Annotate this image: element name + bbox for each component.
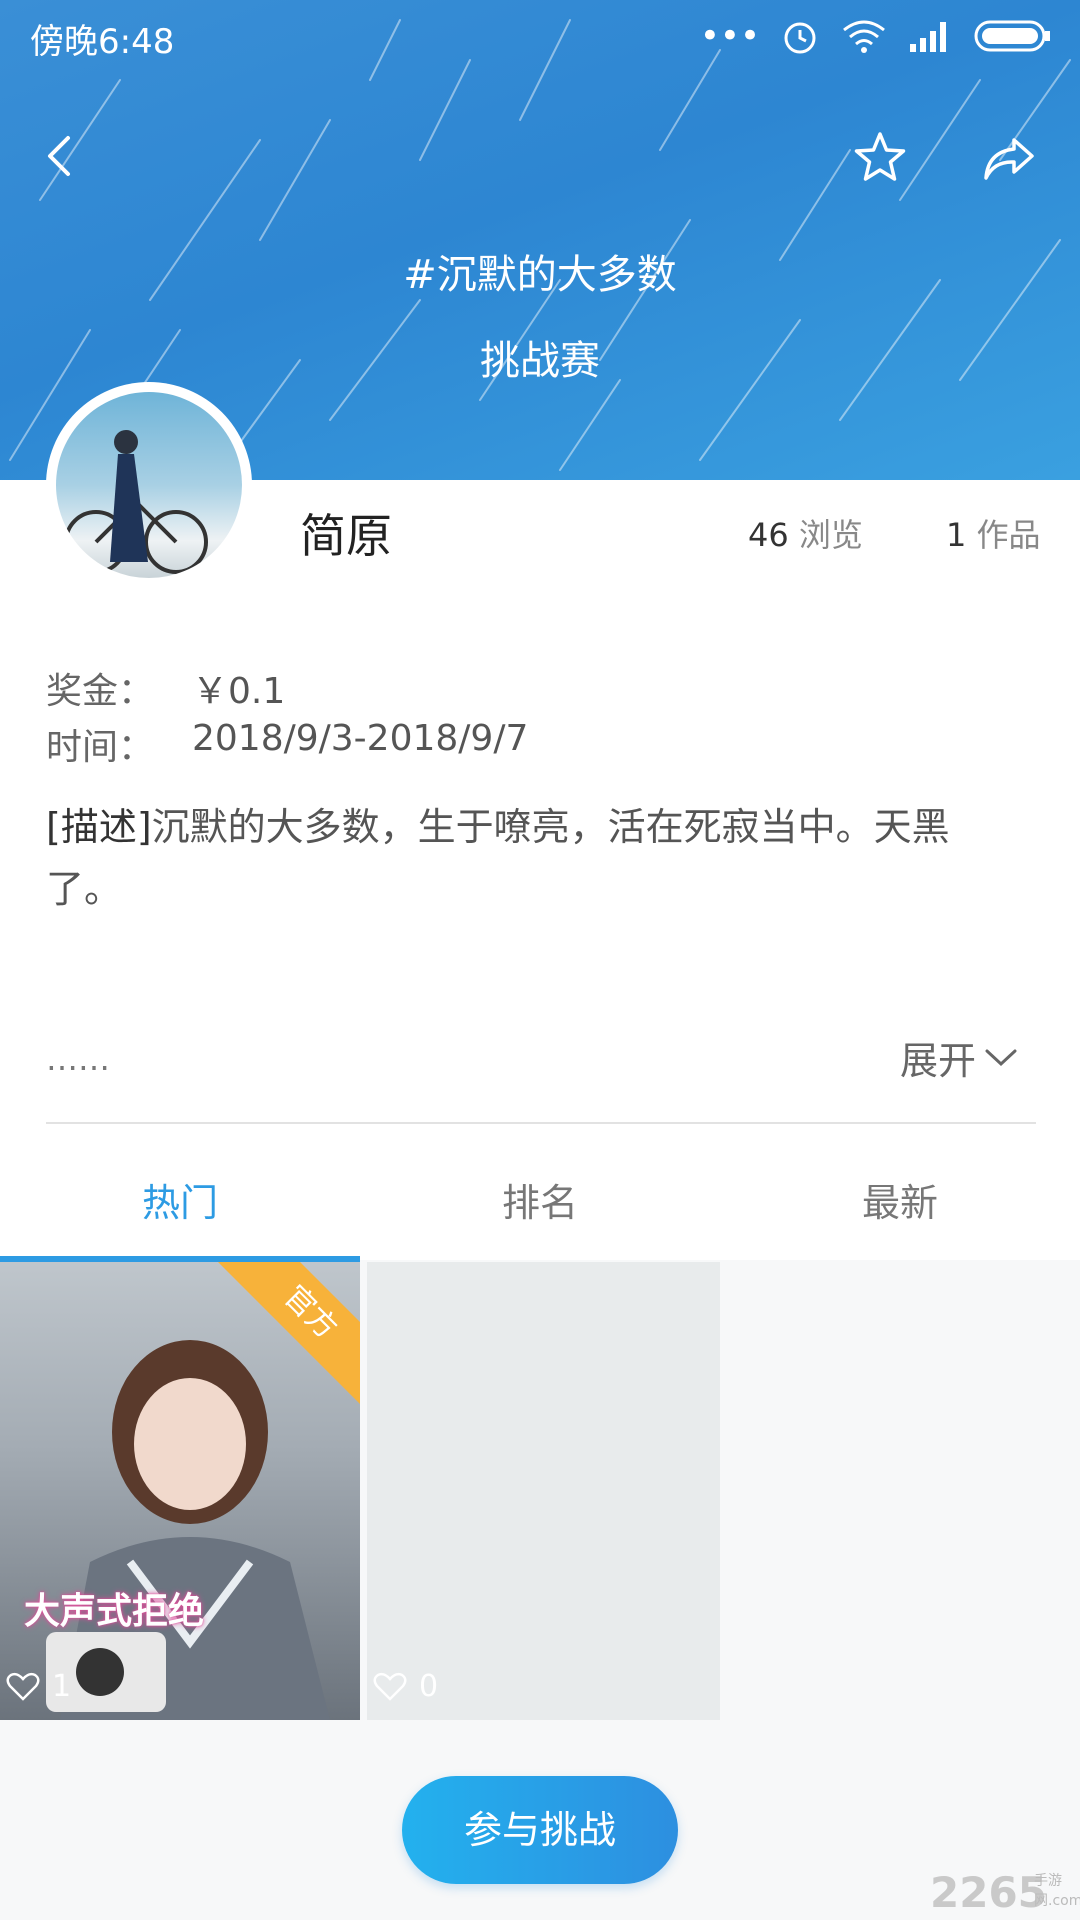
views-stat: 46 浏览 bbox=[748, 510, 863, 556]
works-stat: 1 作品 bbox=[946, 510, 1041, 556]
tab-latest[interactable]: 最新 bbox=[720, 1130, 1080, 1260]
divider bbox=[46, 1122, 1036, 1124]
views-count: 46 bbox=[748, 516, 789, 554]
tab-ranking[interactable]: 排名 bbox=[360, 1130, 720, 1260]
entry-overlay-text: 大声式拒绝 bbox=[24, 1591, 205, 1632]
creator-name[interactable]: 简原 bbox=[300, 500, 392, 566]
favorite-star-icon[interactable] bbox=[852, 130, 908, 186]
reward-row: 奖金： ￥0.1 bbox=[46, 662, 285, 714]
challenge-hashtag-title: #沉默的大多数 bbox=[403, 252, 677, 298]
avatar-photo bbox=[56, 392, 242, 578]
heart-icon bbox=[373, 1672, 407, 1701]
description-text: 沉默的大多数，生于嘹亮，活在死寂当中。天黑了。 bbox=[46, 805, 950, 911]
watermark-text: 2265 bbox=[930, 1868, 1047, 1917]
works-count: 1 bbox=[946, 516, 967, 554]
alarm-icon bbox=[784, 22, 816, 54]
more-dots-icon: ••• bbox=[699, 16, 760, 56]
chevron-down-icon bbox=[985, 1049, 1017, 1066]
reward-value: ￥0.1 bbox=[192, 671, 286, 712]
period-label: 时间： bbox=[46, 727, 155, 768]
works-label: 作品 bbox=[976, 516, 1041, 554]
signal-icon bbox=[910, 22, 946, 52]
views-label: 浏览 bbox=[798, 516, 863, 554]
description-tag: [描述] bbox=[46, 805, 152, 849]
likes-count: 0 bbox=[419, 1669, 439, 1704]
entry-likes[interactable]: 1 bbox=[6, 1669, 71, 1704]
likes-count: 1 bbox=[52, 1669, 72, 1704]
status-icons: ••• bbox=[700, 14, 1052, 58]
watermark-sub: 手游网.com bbox=[1034, 1873, 1080, 1909]
challenge-subtitle: 挑战赛 bbox=[480, 338, 600, 384]
battery-icon bbox=[974, 20, 1050, 52]
expand-label: 展开 bbox=[900, 1039, 977, 1083]
entry-card[interactable]: 官方 大声式拒绝 1 bbox=[0, 1262, 360, 1720]
join-challenge-button[interactable]: 参与挑战 bbox=[402, 1776, 678, 1884]
entries-tabs: 热门 排名 最新 bbox=[0, 1130, 1080, 1260]
avatar-figure-icon bbox=[64, 430, 208, 574]
reward-label: 奖金： bbox=[46, 671, 155, 712]
creator-avatar[interactable] bbox=[46, 382, 252, 588]
description: [描述]沉默的大多数，生于嘹亮，活在死寂当中。天黑了。 bbox=[46, 796, 1006, 920]
tab-hot[interactable]: 热门 bbox=[0, 1130, 360, 1260]
status-bar: 傍晚6:48 ••• bbox=[0, 0, 1080, 72]
wifi-icon bbox=[843, 20, 885, 53]
entry-card[interactable]: 0 bbox=[367, 1262, 720, 1720]
expand-button[interactable]: 展开 bbox=[900, 1030, 1018, 1085]
entry-likes[interactable]: 0 bbox=[373, 1669, 438, 1704]
share-icon[interactable] bbox=[980, 134, 1036, 184]
status-time: 傍晚6:48 bbox=[30, 22, 175, 62]
heart-icon bbox=[6, 1672, 40, 1701]
back-arrow-icon[interactable] bbox=[34, 130, 86, 182]
period-value: 2018/9/3-2018/9/7 bbox=[192, 718, 529, 759]
period-row: 时间： 2018/9/3-2018/9/7 bbox=[46, 718, 528, 770]
watermark-logo: 2265 手游网.com bbox=[930, 1868, 1080, 1917]
description-ellipsis: …… bbox=[46, 1040, 110, 1078]
